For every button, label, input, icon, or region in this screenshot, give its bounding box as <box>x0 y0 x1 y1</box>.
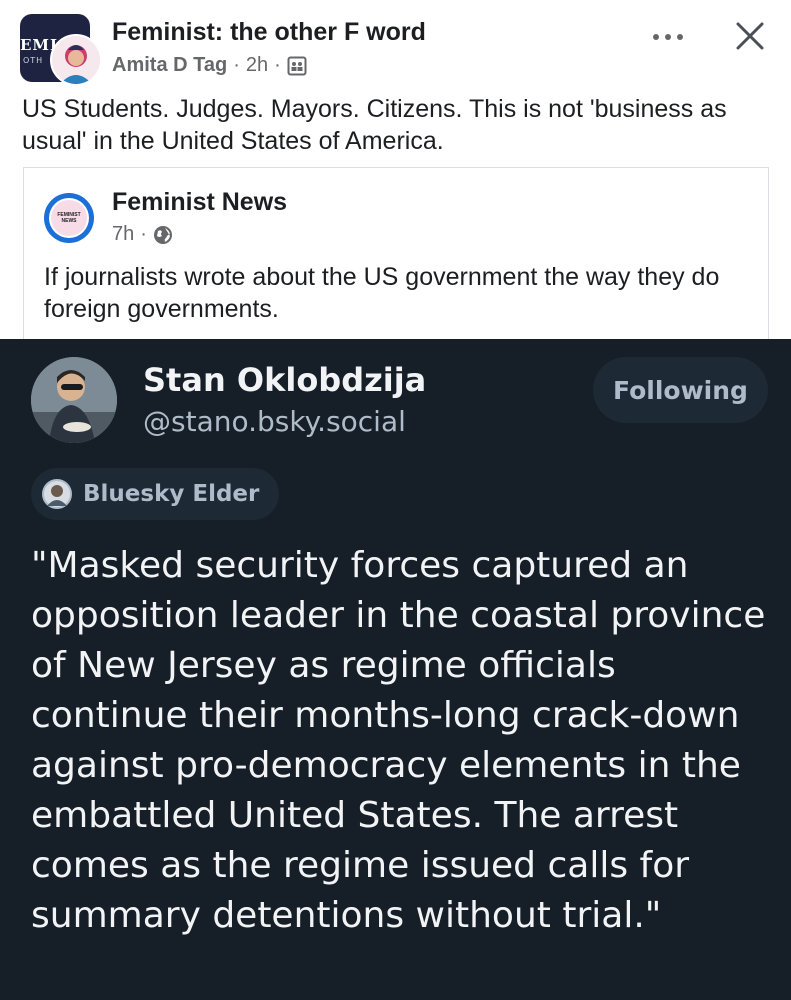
page-avatar[interactable]: FEMINIST NEWS <box>44 193 94 243</box>
group-name[interactable]: Feminist: the other F word <box>112 18 426 47</box>
group-avatar-subtext: OTH <box>23 56 44 65</box>
close-button[interactable] <box>730 16 770 56</box>
badge-avatar-icon <box>41 478 73 510</box>
meta-separator: · <box>140 223 147 245</box>
post-line: "Masked security forces captured an <box>31 545 689 586</box>
shared-post-card[interactable]: FEMINIST NEWS Feminist News 7h · If jour… <box>23 167 769 348</box>
page-name[interactable]: Feminist News <box>112 188 287 217</box>
post-line: summary detentions without trial." <box>31 895 662 936</box>
shared-post-time[interactable]: 7h <box>112 223 134 246</box>
meta-separator: · <box>274 54 281 76</box>
group-icon <box>287 56 307 76</box>
post-line: comes as the regime issued calls for <box>31 845 690 886</box>
more-options-button[interactable] <box>648 22 688 52</box>
post-line: embattled United States. The arrest <box>31 795 679 836</box>
author-name[interactable]: Amita D Tag <box>112 54 227 77</box>
close-icon <box>735 21 765 51</box>
bluesky-screenshot: Stan Oklobdzija @stano.bsky.social Follo… <box>0 339 791 1000</box>
more-icon <box>652 33 684 41</box>
following-button: Following <box>593 357 768 423</box>
bluesky-handle: @stano.bsky.social <box>143 405 406 438</box>
page-avatar-logo: FEMINIST NEWS <box>51 200 87 236</box>
page-avatar-ring: FEMINIST NEWS <box>49 198 89 238</box>
globe-icon <box>153 225 173 245</box>
post-line: of New Jersey as regime officials <box>31 645 616 686</box>
post-line: against pro-democracy elements in the <box>31 745 741 786</box>
bluesky-display-name: Stan Oklobdzija <box>143 361 427 399</box>
shared-post-meta: 7h · <box>112 223 173 246</box>
post-line: continue their months-long crack-down <box>31 695 740 736</box>
bluesky-elder-badge: Bluesky Elder <box>31 468 280 520</box>
bluesky-avatar <box>31 357 117 443</box>
post-line: opposition leader in the coastal provinc… <box>31 595 766 636</box>
post-header: EMI OTH Feminist: the other F word Amita… <box>0 0 791 90</box>
bluesky-post-text: "Masked security forces captured an oppo… <box>31 541 781 941</box>
post-meta: Amita D Tag · 2h · <box>112 54 307 77</box>
meta-separator: · <box>233 54 240 76</box>
post-time[interactable]: 2h <box>246 54 268 77</box>
author-avatar[interactable] <box>50 34 102 86</box>
page-avatar-text-2: NEWS <box>61 218 77 224</box>
badge-label: Bluesky Elder <box>83 481 260 507</box>
shared-post-text: If journalists wrote about the US govern… <box>44 263 720 323</box>
post-text: US Students. Judges. Mayors. Citizens. T… <box>22 95 727 155</box>
